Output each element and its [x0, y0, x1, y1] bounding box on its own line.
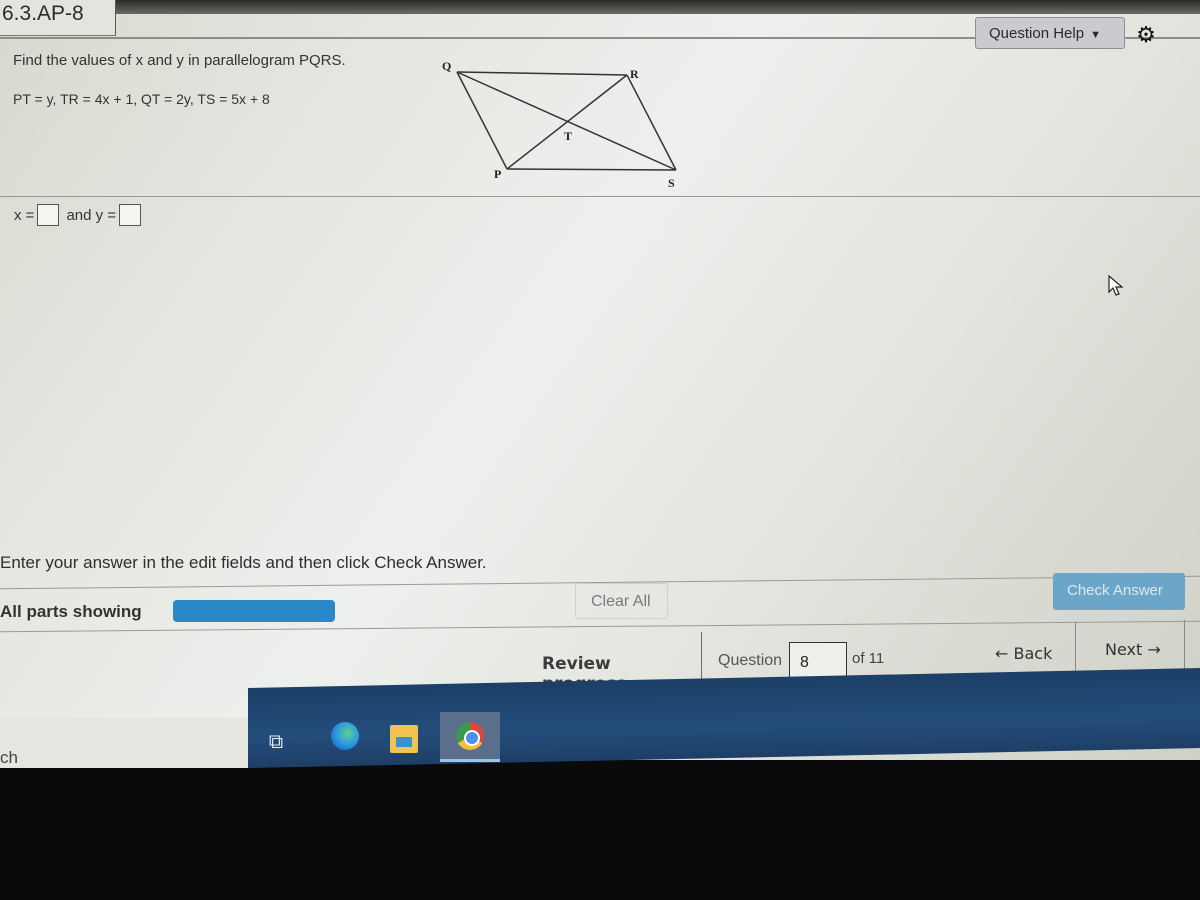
side-rs: [626, 74, 677, 171]
side-qr: [456, 71, 628, 76]
taskbar-search[interactable]: ch: [0, 718, 248, 768]
vertex-label-p: P: [494, 167, 501, 181]
vertex-label-s: S: [668, 176, 675, 190]
intersection-label-t: T: [564, 129, 572, 143]
assignment-title: 6.3.AP-8: [0, 0, 116, 36]
answer-row: x = and y =: [14, 204, 142, 226]
dropdown-arrow-icon: ▼: [1090, 29, 1101, 41]
divider: [0, 196, 1200, 197]
clear-all-button[interactable]: Clear All: [575, 583, 668, 619]
edge-icon[interactable]: [331, 722, 359, 750]
side-ps: [506, 168, 677, 171]
side-qp: [456, 71, 508, 170]
chrome-icon[interactable]: [456, 722, 484, 750]
top-border: [110, 0, 1200, 14]
question-help-button[interactable]: Question Help ▼: [975, 17, 1125, 49]
question-given: PT = y, TR = 4x + 1, QT = 2y, TS = 5x + …: [13, 91, 270, 107]
vertex-label-q: Q: [442, 59, 451, 73]
vertex-label-r: R: [630, 67, 639, 81]
instruction-text: Enter your answer in the edit fields and…: [0, 553, 487, 572]
question-label: Question: [718, 652, 783, 669]
parts-label: All parts showing: [0, 602, 142, 621]
question-total: of 11: [852, 650, 885, 667]
and-y-label: and y =: [66, 206, 117, 224]
progress-bar: [173, 600, 335, 622]
task-view-icon[interactable]: ⧉: [262, 728, 290, 756]
diagonal-pr: [506, 74, 628, 170]
file-explorer-icon[interactable]: [390, 725, 418, 753]
question-prompt: Find the values of x and y in parallelog…: [13, 52, 346, 69]
x-label: x =: [14, 206, 35, 224]
y-input[interactable]: [119, 204, 142, 226]
x-input[interactable]: [37, 204, 60, 226]
parallelogram-diagram: Q R P S T: [442, 59, 677, 190]
search-text-fragment: ch: [0, 748, 18, 767]
mouse-cursor-icon: [1108, 275, 1124, 296]
check-answer-button[interactable]: Check Answer: [1053, 573, 1185, 610]
screen: 6.3.AP-8 Question Help ▼ ⚙ Find the value…: [0, 0, 1200, 760]
gear-icon[interactable]: ⚙: [1133, 22, 1159, 48]
active-app-indicator: [440, 759, 500, 762]
diagonal-qs: [456, 71, 677, 171]
question-help-label: Question Help: [989, 25, 1085, 42]
